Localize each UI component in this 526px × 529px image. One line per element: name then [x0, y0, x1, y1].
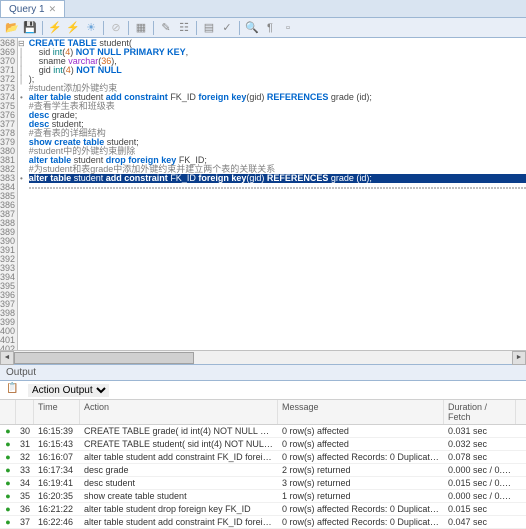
save-icon[interactable]: 💾 — [22, 20, 38, 36]
status-ok-icon: ● — [5, 504, 10, 514]
col-time[interactable]: Time — [34, 400, 80, 424]
status-ok-icon: ● — [5, 426, 10, 436]
stop-icon[interactable]: ⊘ — [108, 20, 124, 36]
table-row[interactable]: ●3716:22:46alter table student add const… — [0, 516, 526, 529]
scroll-left-icon[interactable]: ◄ — [0, 351, 14, 365]
output-type-icon: 📋 — [6, 383, 20, 397]
scroll-track[interactable] — [14, 351, 512, 365]
toggle-icon[interactable]: ✓ — [219, 20, 235, 36]
output-header: Output — [0, 364, 526, 381]
tab-bar: Query 1 ✕ — [0, 0, 526, 18]
code-area[interactable]: CREATE TABLE student( sid int(4) NOT NUL… — [25, 38, 526, 350]
col-message[interactable]: Message — [278, 400, 444, 424]
output-toolbar: 📋 Action Output — [0, 381, 526, 400]
table-row[interactable]: ●3216:16:07alter table student add const… — [0, 451, 526, 464]
execute-icon[interactable]: ⚡ — [47, 20, 63, 36]
close-icon[interactable]: ✕ — [49, 4, 57, 15]
table-row[interactable]: ●3316:17:34desc grade2 row(s) returned0.… — [0, 464, 526, 477]
find-icon[interactable]: ☷ — [176, 20, 192, 36]
col-action[interactable]: Action — [80, 400, 278, 424]
status-ok-icon: ● — [5, 465, 10, 475]
open-icon[interactable]: 📂 — [4, 20, 20, 36]
grid-header: Time Action Message Duration / Fetch — [0, 400, 526, 425]
status-ok-icon: ● — [5, 478, 10, 488]
invisible-icon[interactable]: ▫ — [280, 20, 296, 36]
fold-column: ⊟││││•• — [18, 38, 25, 350]
table-row[interactable]: ●3516:20:35show create table student1 ro… — [0, 490, 526, 503]
snippets-icon[interactable]: ▤ — [201, 20, 217, 36]
explain-icon[interactable]: ☀ — [83, 20, 99, 36]
sql-editor[interactable]: 3683693703713723733743753763773783793803… — [0, 38, 526, 350]
line-gutter: 3683693703713723733743753763773783793803… — [0, 38, 18, 350]
status-ok-icon: ● — [5, 452, 10, 462]
col-status[interactable] — [0, 400, 16, 424]
editor-toolbar: 📂 💾 ⚡ ⚡ ☀ ⊘ ▦ ✎ ☷ ▤ ✓ 🔍 ¶ ▫ — [0, 18, 526, 38]
search-icon[interactable]: 🔍 — [244, 20, 260, 36]
col-index[interactable] — [16, 400, 34, 424]
tab-label: Query 1 — [9, 4, 45, 15]
table-row[interactable]: ●3116:15:43CREATE TABLE student( sid int… — [0, 438, 526, 451]
status-ok-icon: ● — [5, 517, 10, 527]
execute-current-icon[interactable]: ⚡ — [65, 20, 81, 36]
col-duration[interactable]: Duration / Fetch — [444, 400, 516, 424]
horizontal-scrollbar[interactable]: ◄ ► — [0, 350, 526, 364]
table-row[interactable]: ●3016:15:39CREATE TABLE grade( id int(4)… — [0, 425, 526, 438]
limit-icon[interactable]: ▦ — [133, 20, 149, 36]
output-grid: Time Action Message Duration / Fetch ●30… — [0, 400, 526, 529]
scroll-thumb[interactable] — [14, 352, 194, 364]
tab-query1[interactable]: Query 1 ✕ — [0, 0, 65, 17]
output-type-select[interactable]: Action Output — [28, 384, 109, 397]
beautify-icon[interactable]: ✎ — [158, 20, 174, 36]
scroll-right-icon[interactable]: ► — [512, 351, 526, 365]
wrap-icon[interactable]: ¶ — [262, 20, 278, 36]
table-row[interactable]: ●3416:19:41desc student3 row(s) returned… — [0, 477, 526, 490]
table-row[interactable]: ●3616:21:22alter table student drop fore… — [0, 503, 526, 516]
status-ok-icon: ● — [5, 439, 10, 449]
